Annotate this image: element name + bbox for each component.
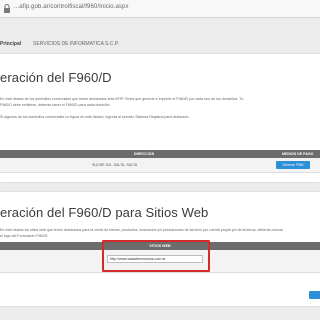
section-title: eración del F960/D para Sitios Web [0,205,209,220]
browser-address-bar[interactable]: ...afip.gob.ar/controlfiscal/f960/Inicio… [0,0,320,18]
col-header-actions: MEDIOS DE PAGO [282,152,314,156]
websites-instructions-text-cont: el logo del Formulario F960/D. [0,234,49,238]
lock-icon [4,4,10,13]
missing-address-note: Si algunos de los domicilios comerciales… [0,115,190,119]
user-name: SERVICIOS DE INFORMATICA S.C.P. [33,41,119,47]
f960-domicilios-panel: eración del F960/D En este listado de lo… [0,54,320,182]
row-address: SUCRE 501, SALTA, SALTA [92,163,138,167]
table-row: SUCRE 501, SALTA, SALTA Generar F960 [0,158,320,173]
websites-instructions-text: En este listado los sitios web que tenés… [0,228,284,232]
f960-websites-panel: eración del F960/D para Sitios Web En es… [0,192,320,306]
website-url-field[interactable] [107,255,203,263]
col-header-address: DIRECCIÓN [134,152,155,156]
section-title: eración del F960/D [0,70,112,85]
user-label: Principal [0,41,22,47]
url-text: ...afip.gob.ar/controlfiscal/f960/Inicio… [14,4,129,10]
continue-button[interactable] [309,291,320,299]
table-header: DIRECCIÓN MEDIOS DE PAGO [0,150,320,158]
generate-f960-button[interactable]: Generar F960 [276,161,310,169]
instructions-text-cont: F960/D debe exhibirse, deberás sacer el … [0,103,111,107]
user-info-bar: Principal SERVICIOS DE INFORMATICA S.C.P… [0,36,320,50]
instructions-text: En este listado de los domicilios comerc… [0,97,244,101]
